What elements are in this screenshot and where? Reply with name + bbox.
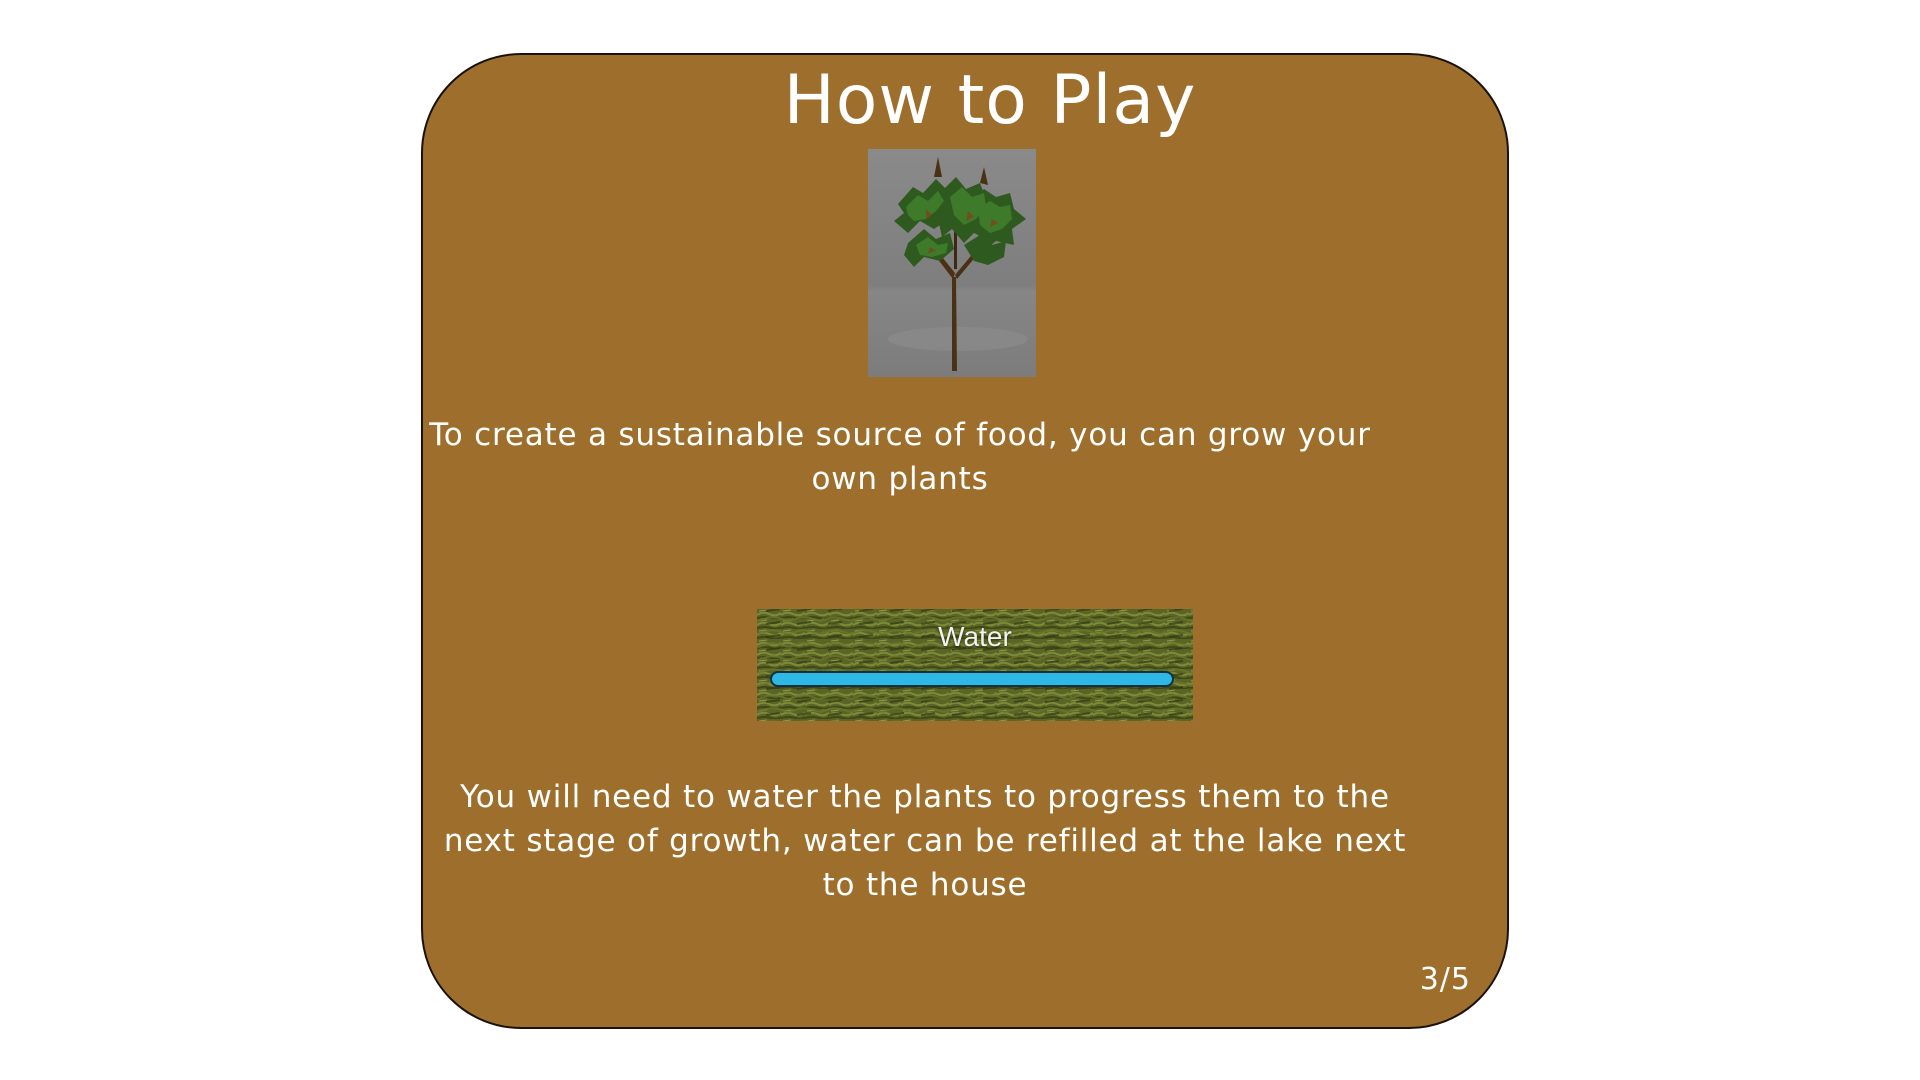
- water-label: Water: [938, 621, 1012, 652]
- watering-paragraph: You will need to water the plants to pro…: [443, 779, 1407, 903]
- how-to-play-panel: How to Play To create a sustainable sour…: [421, 53, 1509, 1029]
- water-meter: Water: [757, 609, 1193, 721]
- water-progress-bar: [770, 671, 1174, 687]
- water-progress-fill: [772, 673, 1172, 685]
- intro-paragraph: To create a sustainable source of food, …: [429, 417, 1371, 497]
- page-title: How to Play: [783, 61, 1197, 140]
- page-counter: 3/5: [1419, 962, 1471, 997]
- tree-icon: [868, 149, 1036, 377]
